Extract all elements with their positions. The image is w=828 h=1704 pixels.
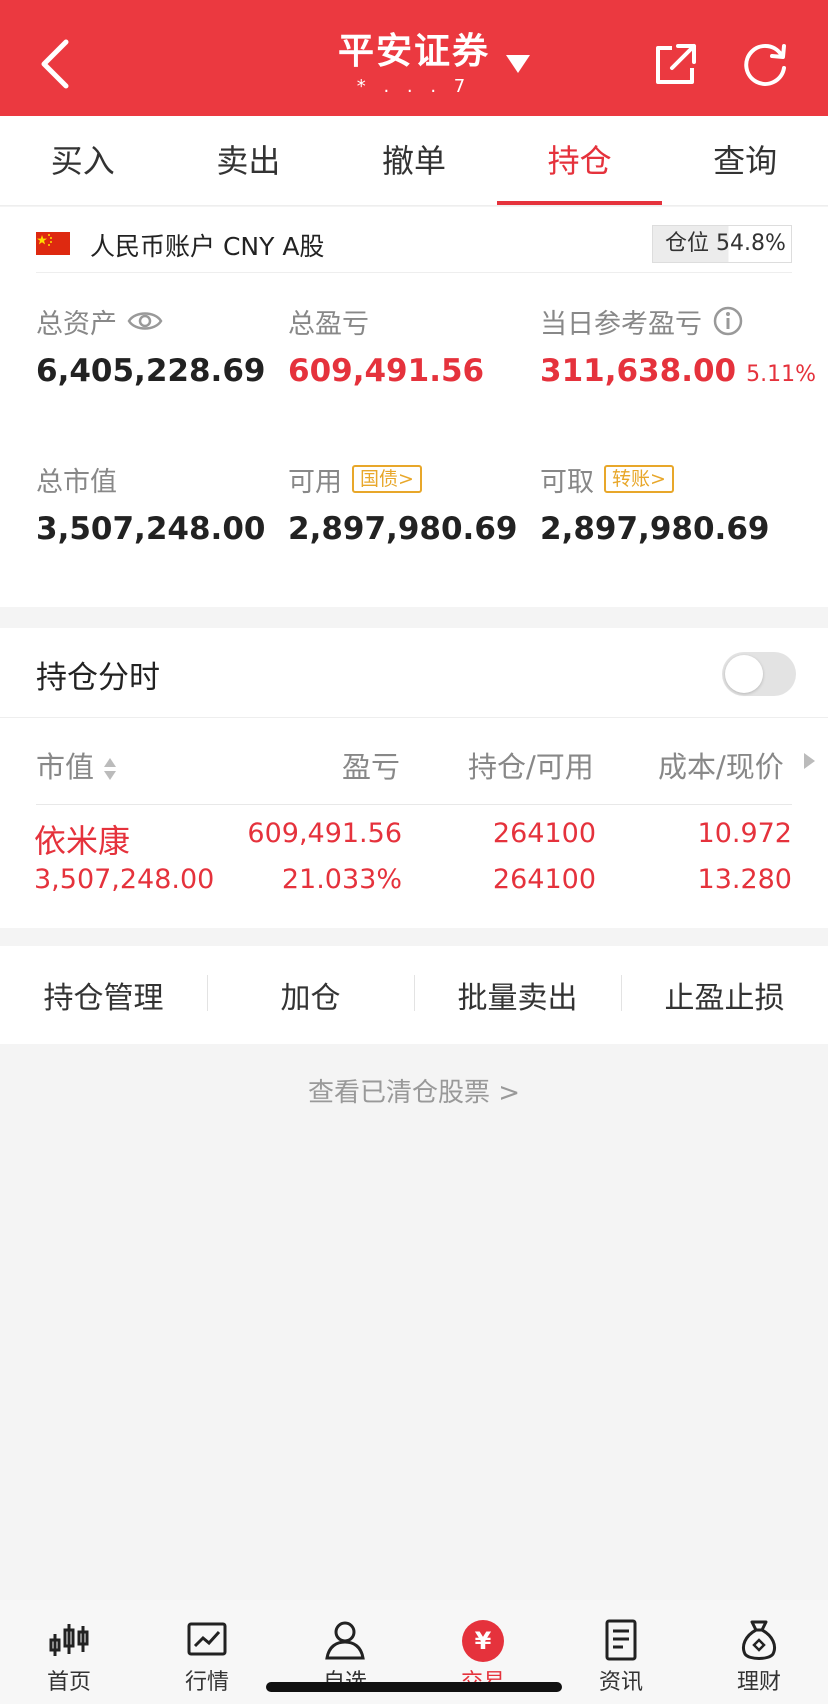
title-area[interactable]: 平安证券 * . . . 7 [0,22,828,97]
col-position-available[interactable]: 持仓/可用 [468,744,594,786]
total-pnl: 总盈亏 609,491.56 [288,303,485,390]
china-flag-icon [36,232,70,255]
nav-market[interactable]: 行情 [138,1600,276,1704]
nav-home[interactable]: 首页 [0,1600,138,1704]
market-value: 总市值 3,507,248.00 [36,461,266,548]
yen-icon: ¥ [462,1620,504,1662]
caret-down-icon[interactable] [506,55,530,73]
total-assets: 总资产 6,405,228.69 [36,303,266,390]
stock-price: 13.280 [697,864,792,895]
table-row[interactable]: 依米康 3,507,248.00 609,491.56 21.033% 2641… [0,816,828,916]
transfer-badge[interactable]: 转账> [604,465,674,493]
stock-available: 264100 [492,864,596,895]
sort-icon[interactable] [103,756,117,782]
money-bag-icon [741,1620,777,1660]
total-assets-value: 6,405,228.69 [36,353,266,389]
position-ratio-badge: 仓位 54.8% [652,225,792,263]
external-link-icon[interactable] [650,40,700,90]
withdrawable-label: 可取 [540,466,594,498]
position-actions: 持仓管理 加仓 批量卖出 止盈止损 [0,946,828,1044]
col-market-value-label: 市值 [36,750,95,784]
daily-pnl-label: 当日参考盈亏 [540,308,702,340]
broker-title[interactable]: 平安证券 [0,22,828,74]
account-summary: 人民币账户 CNY A股 仓位 54.8% 总资产 6,405,228.69 总… [0,207,828,607]
timeshare-row: 持仓分时 [0,628,828,718]
eye-icon[interactable] [127,308,163,334]
info-icon[interactable] [712,305,744,337]
available-funds: 可用 国债> 2,897,980.69 [288,461,517,547]
scroll-right-icon[interactable] [802,752,816,770]
stock-cost: 10.972 [697,818,792,849]
account-name: 人民币账户 CNY A股 [90,232,325,261]
withdrawable-funds: 可取 转账> 2,897,980.69 [540,461,769,547]
tab-buy[interactable]: 买入 [0,116,166,205]
col-pnl[interactable]: 盈亏 [342,744,400,786]
cleared-stocks-link[interactable]: 查看已清仓股票 > [0,1072,828,1109]
home-indicator [266,1682,562,1692]
stock-market-value: 3,507,248.00 [34,864,215,895]
nav-news[interactable]: 资讯 [552,1600,690,1704]
col-cost-price[interactable]: 成本/现价 [658,744,784,786]
candlestick-icon [49,1624,89,1656]
manage-positions-button[interactable]: 持仓管理 [0,973,207,1017]
nav-home-label: 首页 [46,1670,91,1695]
top-bar: 平安证券 * . . . 7 [0,0,828,116]
market-value-label: 总市值 [36,466,117,498]
stock-pnl: 609,491.56 [247,818,402,849]
daily-pnl-value: 311,638.00 [540,353,737,389]
timeshare-toggle[interactable] [722,652,796,696]
timeshare-label: 持仓分时 [36,660,160,696]
user-star-icon [325,1621,365,1660]
add-position-button[interactable]: 加仓 [207,973,414,1017]
account-number: * . . . 7 [356,76,472,97]
market-value-value: 3,507,248.00 [36,511,266,547]
treasury-bond-badge[interactable]: 国债> [352,465,422,493]
trade-tabs: 买入 卖出 撤单 持仓 查询 [0,116,828,206]
total-pnl-value: 609,491.56 [288,353,485,389]
take-profit-stop-loss-button[interactable]: 止盈止损 [621,973,828,1017]
stock-pnl-pct: 21.033% [281,864,402,895]
holdings-header: 市值 盈亏 持仓/可用 成本/现价 [0,718,828,808]
batch-sell-button[interactable]: 批量卖出 [414,973,621,1017]
holdings-panel: 持仓分时 市值 盈亏 持仓/可用 成本/现价 依米康 3,507,248.00 … [0,628,828,928]
nav-market-label: 行情 [184,1670,229,1695]
stock-position: 264100 [492,818,596,849]
header-divider [36,804,792,805]
col-market-value[interactable]: 市值 [36,744,117,786]
tab-cancel-order[interactable]: 撤单 [331,116,497,205]
daily-pnl: 当日参考盈亏 311,638.00 5.11% [540,303,816,389]
available-label: 可用 [288,466,342,498]
account-row[interactable]: 人民币账户 CNY A股 仓位 54.8% [36,217,792,273]
total-pnl-label: 总盈亏 [288,308,369,340]
document-icon [605,1619,637,1661]
available-value: 2,897,980.69 [288,511,518,547]
toggle-knob [725,655,763,693]
nav-wealth[interactable]: 理财 [690,1600,828,1704]
nav-wealth-label: 理财 [736,1670,781,1695]
chart-icon [187,1622,227,1656]
refresh-icon[interactable] [740,40,790,90]
tab-positions[interactable]: 持仓 [496,116,663,205]
nav-news-label: 资讯 [598,1670,643,1695]
withdrawable-value: 2,897,980.69 [540,511,770,547]
tab-query[interactable]: 查询 [662,116,828,205]
daily-pnl-pct: 5.11% [746,362,817,387]
tab-sell[interactable]: 卖出 [166,116,332,205]
total-assets-label: 总资产 [36,308,117,340]
stock-name: 依米康 [34,822,131,860]
